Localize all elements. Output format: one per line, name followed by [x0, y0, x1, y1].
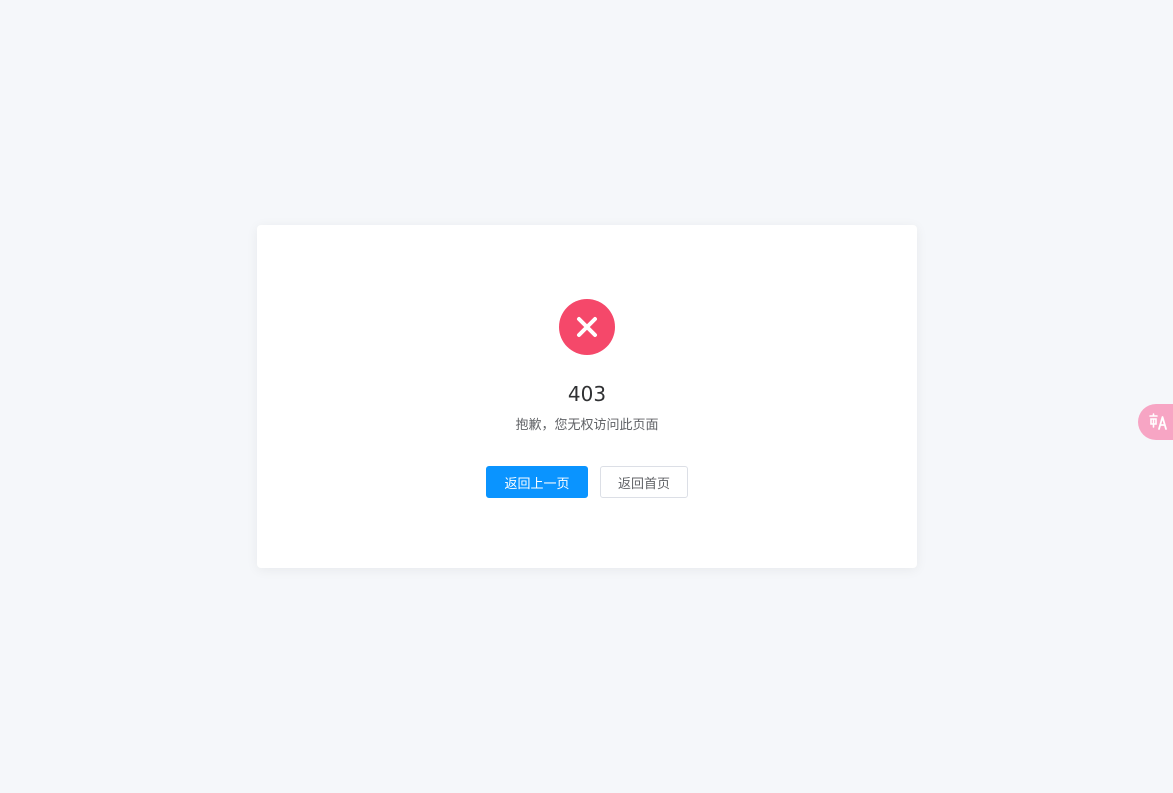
action-buttons: 返回上一页 返回首页	[257, 466, 917, 498]
error-card: 403 抱歉，您无权访问此页面 返回上一页 返回首页	[257, 225, 917, 568]
error-message: 抱歉，您无权访问此页面	[515, 418, 659, 433]
close-circle-icon	[559, 299, 615, 355]
error-code: 403	[567, 382, 607, 406]
translate-widget[interactable]	[1138, 404, 1173, 440]
translate-icon	[1149, 413, 1167, 430]
home-button[interactable]: 返回首页	[600, 466, 688, 498]
back-button[interactable]: 返回上一页	[486, 466, 588, 498]
